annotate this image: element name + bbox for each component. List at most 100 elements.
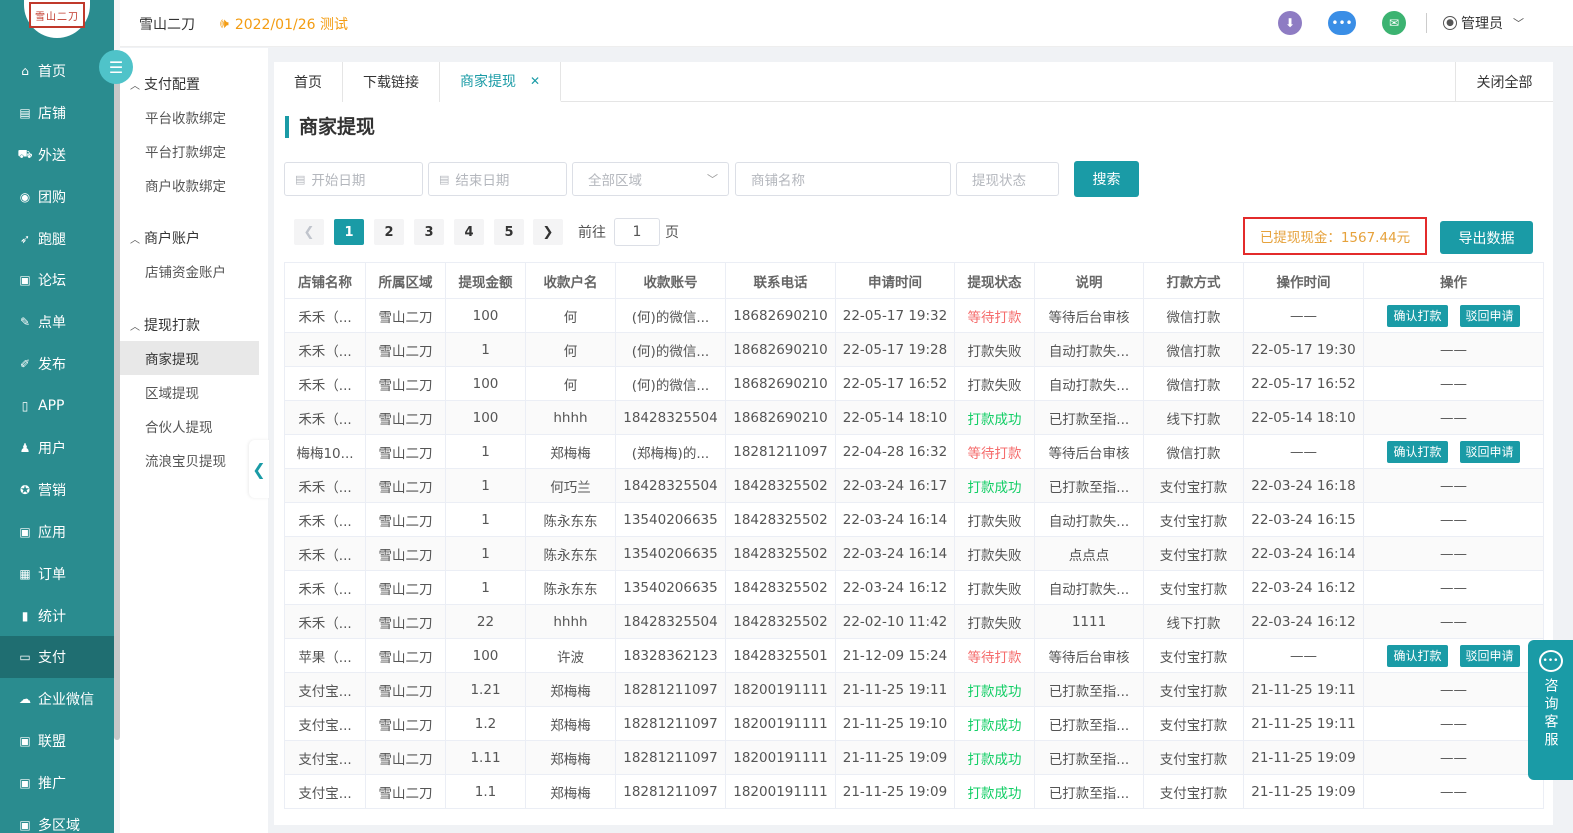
start-date-input[interactable]: ▤ 开始日期 — [284, 162, 423, 196]
export-button[interactable]: 导出数据 — [1440, 221, 1533, 254]
nav-item-alliance[interactable]: ▣ 联盟 — [0, 720, 114, 762]
tab-home[interactable]: 首页 — [274, 62, 343, 102]
nav-item-label: 多区域 — [38, 817, 80, 833]
table-row[interactable]: 禾禾（... 雪山二刀 22 hhhh 18428325504 18428325502 22… — [284, 604, 1544, 639]
table-row[interactable]: 禾禾（... 雪山二刀 1 陈永东东 13540206635 18428325502 22-… — [284, 570, 1544, 605]
nav-item-shop[interactable]: ▤ 店铺 — [0, 92, 114, 134]
row-actions: 确认打款 驳回申请 — [1363, 298, 1544, 333]
nav-item-delivery[interactable]: ⛟ 外送 — [0, 134, 114, 176]
nav-item-pay[interactable]: ▭ 支付 — [0, 636, 114, 679]
next-page-icon[interactable]: ❯ — [533, 219, 563, 245]
table-row[interactable]: 禾禾（... 雪山二刀 1 陈永东东 13540206635 18428325502 22-… — [284, 536, 1544, 571]
confirm-pay-button[interactable]: 确认打款 — [1387, 304, 1448, 327]
reject-request-button[interactable]: 驳回申请 — [1459, 644, 1520, 667]
nav-item-errand[interactable]: ➶ 跑腿 — [0, 218, 114, 260]
table-cell: 打款失败 — [954, 502, 1035, 537]
nav-item-apps[interactable]: ▣ 应用 — [0, 511, 114, 553]
table-row[interactable]: 梅梅10... 雪山二刀 1 郑梅梅 (郑梅梅)的... 18281211097 22-04… — [284, 434, 1544, 469]
nav-item-orders[interactable]: ▦ 订单 — [0, 553, 114, 595]
calendar-icon: ▤ — [295, 172, 306, 186]
goto-page-input[interactable]: 1 — [614, 218, 660, 246]
table-cell: 苹果（... — [284, 638, 366, 673]
nav-item-group-buy[interactable]: ◉ 团购 — [0, 176, 114, 218]
subnav-group-header[interactable]: ︿ 提现打款 — [130, 315, 200, 335]
table-cell: 禾禾（... — [284, 298, 366, 333]
table-cell: 郑梅梅 — [525, 740, 616, 775]
subnav-group-header[interactable]: ︿ 支付配置 — [130, 74, 200, 94]
page-number-button[interactable]: 1 — [334, 219, 364, 245]
logo[interactable]: 雪山二刀 — [24, 0, 90, 38]
download-icon[interactable]: ⬇ — [1278, 11, 1302, 35]
nav-item-user[interactable]: ♟ 用户 — [0, 427, 114, 469]
subnav-item[interactable]: 平台打款绑定 — [120, 134, 259, 168]
nav-item-wecom[interactable]: ☁ 企业微信 — [0, 678, 114, 720]
close-icon[interactable]: ✕ — [530, 74, 540, 88]
subnav-item[interactable]: 店铺资金账户 — [120, 254, 259, 288]
table-cell: 线下打款 — [1143, 604, 1244, 639]
table-cell: 支付宝... — [284, 740, 366, 775]
table-row[interactable]: 禾禾（... 雪山二刀 1 何 (何)的微信... 18682690210 22-05-17… — [284, 332, 1544, 367]
table-cell: —— — [1363, 672, 1544, 707]
page-number-button[interactable]: 2 — [374, 219, 404, 245]
table-cell: 1 — [445, 570, 526, 605]
subnav-item[interactable]: 区域提现 — [120, 375, 259, 409]
confirm-pay-button[interactable]: 确认打款 — [1387, 644, 1448, 667]
mail-icon[interactable]: ✉ — [1382, 11, 1406, 35]
table-row[interactable]: 禾禾（... 雪山二刀 100 何 (何)的微信... 18682690210 22-05-… — [284, 298, 1544, 333]
subnav-item[interactable]: 流浪宝贝提现 — [120, 443, 259, 477]
table-cell: 雪山二刀 — [365, 570, 446, 605]
tab-merchant-withdraw[interactable]: 商家提现 ✕ — [440, 62, 562, 102]
table-row[interactable]: 支付宝... 雪山二刀 1.2 郑梅梅 18281211097 18200191111 21… — [284, 706, 1544, 741]
region-select[interactable]: 全部区域 ﹀ — [572, 162, 729, 196]
end-date-input[interactable]: ▤ 结束日期 — [428, 162, 567, 196]
page-number-button[interactable]: 4 — [454, 219, 484, 245]
nav-item-home[interactable]: ⌂ 首页 — [0, 50, 114, 92]
nav-item-marketing[interactable]: ✪ 营销 — [0, 469, 114, 511]
table-cell: 18682690210 — [725, 400, 836, 435]
table-row[interactable]: 支付宝... 雪山二刀 1.11 郑梅梅 18281211097 18200191111 2… — [284, 740, 1544, 775]
table-row[interactable]: 禾禾（... 雪山二刀 100 何 (何)的微信... 18682690210 22-05-… — [284, 366, 1544, 401]
table-row[interactable]: 苹果（... 雪山二刀 100 许波 18328362123 18428325501 21-… — [284, 638, 1544, 673]
table-cell: 雪山二刀 — [365, 740, 446, 775]
subnav-item[interactable]: 合伙人提现 — [120, 409, 259, 443]
reject-request-button[interactable]: 驳回申请 — [1459, 440, 1520, 463]
confirm-pay-button[interactable]: 确认打款 — [1387, 440, 1448, 463]
table-row[interactable]: 禾禾（... 雪山二刀 100 hhhh 18428325504 18682690210 2… — [284, 400, 1544, 435]
nav-item-order-menu[interactable]: ✎ 点单 — [0, 301, 114, 343]
reject-request-button[interactable]: 驳回申请 — [1459, 304, 1520, 327]
nav-item-publish[interactable]: ✐ 发布 — [0, 343, 114, 385]
collapse-subnav-icon[interactable]: ❮ — [249, 440, 269, 498]
table-cell: 雪山二刀 — [365, 672, 446, 707]
message-icon[interactable]: ••• — [1328, 11, 1356, 35]
prev-page-icon[interactable]: ❮ — [294, 219, 324, 245]
close-all-tabs-button[interactable]: 关闭全部 — [1455, 62, 1553, 102]
admin-menu[interactable]: ● 管理员 ﹀ — [1443, 13, 1524, 33]
search-button[interactable]: 搜索 — [1074, 161, 1139, 197]
subnav-item[interactable]: 商户收款绑定 — [120, 168, 259, 202]
page-number-button[interactable]: 5 — [494, 219, 524, 245]
table-cell: 支付宝打款 — [1143, 638, 1244, 673]
tab-download-links[interactable]: 下载链接 — [343, 62, 440, 102]
consult-service-button[interactable]: ••• 咨询客服 — [1528, 640, 1573, 780]
nav-item-app[interactable]: ▯ APP — [0, 385, 114, 427]
table-row[interactable]: 支付宝... 雪山二刀 1.1 郑梅梅 18281211097 18200191111 21… — [284, 774, 1544, 809]
page-number-button[interactable]: 3 — [414, 219, 444, 245]
table-row[interactable]: 禾禾（... 雪山二刀 1 何巧兰 18428325504 18428325502 22-0… — [284, 468, 1544, 503]
menu-toggle-icon[interactable]: ☰ — [99, 50, 133, 84]
status-input[interactable]: 提现状态 — [956, 162, 1059, 196]
subnav-item[interactable]: 平台收款绑定 — [120, 100, 259, 134]
table-row[interactable]: 支付宝... 雪山二刀 1.21 郑梅梅 18281211097 18200191111 2… — [284, 672, 1544, 707]
table-cell: 郑梅梅 — [525, 774, 616, 809]
table-cell: 100 — [445, 638, 526, 673]
nav-item-region[interactable]: ▣ 多区域 — [0, 804, 114, 833]
nav-item-stats[interactable]: ▮ 统计 — [0, 595, 114, 637]
subnav-item[interactable]: 商家提现 — [120, 341, 259, 375]
nav-item-forum[interactable]: ▣ 论坛 — [0, 259, 114, 301]
table-cell: 已打款至指... — [1034, 774, 1144, 809]
table-cell: 22-05-17 19:28 — [835, 332, 955, 367]
subnav-group-header[interactable]: ︿ 商户账户 — [130, 228, 200, 248]
shop-name-input[interactable]: 商铺名称 — [735, 162, 951, 196]
nav-item-promote[interactable]: ▣ 推广 — [0, 762, 114, 804]
notice-bar[interactable]: 🕪 2022/01/26 测试 — [220, 14, 348, 34]
table-row[interactable]: 禾禾（... 雪山二刀 1 陈永东东 13540206635 18428325502 22-… — [284, 502, 1544, 537]
